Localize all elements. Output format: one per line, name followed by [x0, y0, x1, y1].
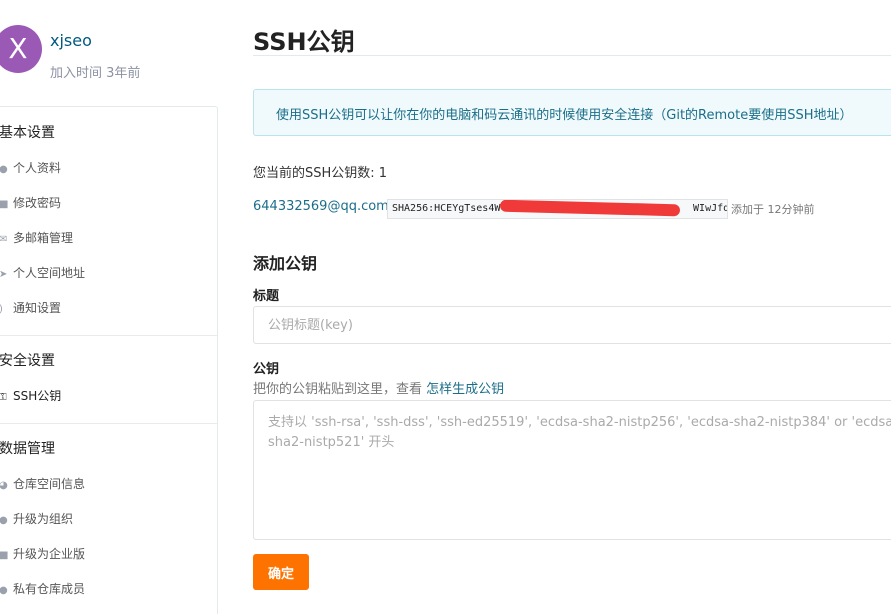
settings-sidebar: 基本设置 ●个人资料 ■修改密码 ✉多邮箱管理 ➤个人空间地址 )通知设置 安全…: [0, 106, 218, 614]
key-added-time: 添加于 12分钟前: [731, 203, 815, 216]
joined-time: 加入时间 3年前: [50, 66, 141, 81]
key-hint: 把你的公钥粘贴到这里，查看 怎样生成公钥: [253, 382, 505, 397]
key-email-link[interactable]: 644332569@qq.com: [253, 199, 389, 214]
username[interactable]: xjseo: [50, 31, 92, 50]
compass-icon: ➤: [0, 269, 13, 280]
key-count: 您当前的SSH公钥数: 1: [253, 166, 388, 181]
lock-icon: ■: [0, 199, 13, 210]
broadcast-icon: ): [0, 304, 13, 315]
sidebar-item-space-address[interactable]: ➤个人空间地址: [0, 264, 85, 281]
sidebar-item-ssh-keys[interactable]: ⚿SSH公钥: [0, 387, 61, 404]
sidebar-item-upgrade-enterprise[interactable]: ■升级为企业版: [0, 545, 85, 562]
sidebar-divider: [0, 335, 217, 336]
public-key-textarea[interactable]: [253, 400, 891, 540]
sidebar-header-basic: 基本设置: [0, 125, 55, 141]
sidebar-item-upgrade-org[interactable]: ●升级为组织: [0, 510, 73, 527]
sidebar-item-profile[interactable]: ●个人资料: [0, 159, 61, 176]
avatar[interactable]: X: [0, 25, 42, 73]
sidebar-header-security: 安全设置: [0, 353, 55, 369]
key-title-input[interactable]: [253, 306, 891, 344]
sidebar-item-notifications[interactable]: )通知设置: [0, 299, 61, 316]
sidebar-item-password[interactable]: ■修改密码: [0, 194, 61, 211]
building-icon: ■: [0, 550, 13, 561]
info-notice: 使用SSH公钥可以让你在你的电脑和码云通讯的时候使用安全连接（Git的Remot…: [253, 89, 891, 136]
sidebar-header-data: 数据管理: [0, 441, 55, 457]
title-divider: [253, 55, 891, 56]
add-key-heading: 添加公钥: [253, 254, 318, 273]
page-title: SSH公钥: [253, 28, 355, 56]
sidebar-item-private-members[interactable]: ●私有仓库成员: [0, 580, 85, 597]
key-label: 公钥: [253, 362, 280, 377]
how-to-generate-link[interactable]: 怎样生成公钥: [426, 382, 504, 397]
sidebar-item-emails[interactable]: ✉多邮箱管理: [0, 229, 73, 246]
user-icon: ●: [0, 585, 13, 596]
key-icon: ⚿: [0, 392, 13, 403]
pie-chart-icon: ◕: [0, 480, 13, 491]
sidebar-item-repo-space[interactable]: ◕仓库空间信息: [0, 475, 85, 492]
title-label: 标题: [253, 289, 280, 304]
user-icon: ●: [0, 164, 13, 175]
key-fingerprint: SHA256:HCEYgTses4W WIwJfq14: [387, 199, 728, 219]
envelope-icon: ✉: [0, 234, 13, 245]
users-icon: ●: [0, 515, 13, 526]
submit-button[interactable]: 确定: [253, 554, 309, 590]
sidebar-divider: [0, 423, 217, 424]
